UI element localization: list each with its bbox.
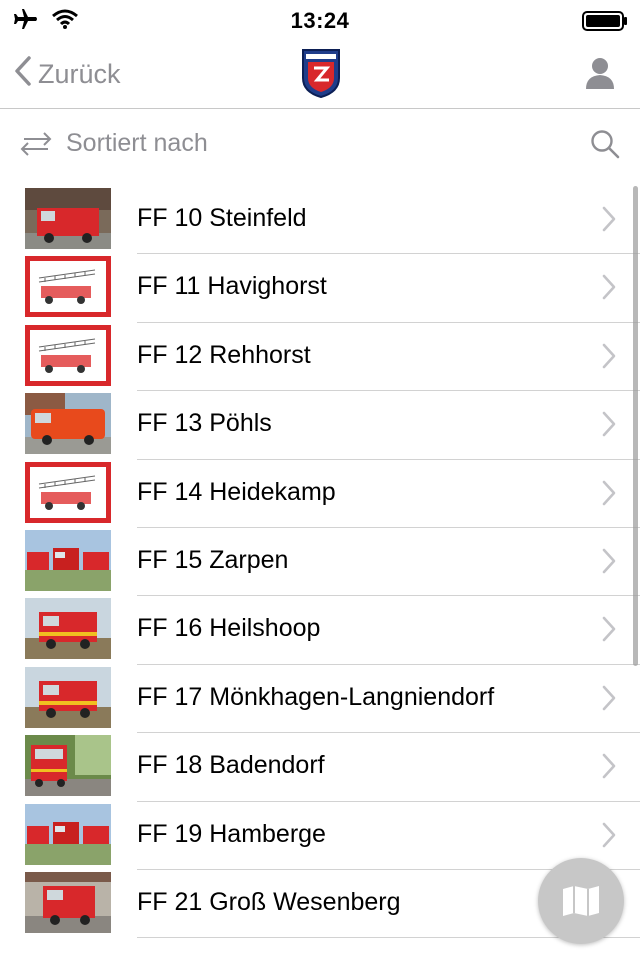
list-item[interactable]: FF 14 Heidekamp [0,460,640,528]
list-item[interactable]: FF 19 Hamberge [0,802,640,870]
sort-arrows-icon[interactable] [18,131,54,157]
station-thumbnail [25,256,111,318]
navigation-bar: Zurück [0,40,640,109]
chevron-right-icon [602,206,616,232]
list-item[interactable]: FF 12 Rehhorst [0,323,640,392]
list-item[interactable]: FF 11 Havighorst [0,254,640,323]
chevron-right-icon [602,274,616,300]
station-name: FF 18 Badendorf [137,751,325,780]
back-button[interactable]: Zurück [14,56,121,93]
station-thumbnail [25,324,111,386]
chevron-left-icon [14,56,32,93]
list-item[interactable]: FF 10 Steinfeld [0,186,640,255]
station-name: FF 13 Pöhls [137,409,272,438]
station-name: FF 11 Havighorst [137,272,327,301]
station-name: FF 12 Rehhorst [137,340,311,369]
station-name: FF 21 Groß Wesenberg [137,887,401,916]
back-label: Zurück [38,59,121,89]
station-name: FF 16 Heilshoop [137,614,321,643]
list-item[interactable]: FF 16 Heilshoop [0,596,640,665]
station-thumbnail [25,461,111,523]
station-name: FF 19 Hamberge [137,819,326,848]
list-item[interactable]: FF 18 Badendorf [0,733,640,802]
list-item[interactable]: FF 13 Pöhls [0,391,640,460]
chevron-right-icon [602,685,616,711]
station-name: FF 14 Heidekamp [137,477,336,506]
user-profile-icon[interactable] [584,56,616,90]
status-bar: 13:24 [0,0,640,40]
station-name: FF 17 Mönkhagen-Langniendorf [137,682,495,711]
fire-station-list: FF 10 Steinfeld FF 11 Havighorst FF 12 Reh… [0,186,640,939]
chevron-right-icon [602,616,616,642]
station-name: FF 15 Zarpen [137,545,289,574]
station-thumbnail [25,598,111,660]
station-thumbnail [25,188,111,249]
battery-icon [582,11,628,31]
station-name: FF 10 Steinfeld [137,204,307,232]
chevron-right-icon [602,753,616,779]
sort-label[interactable]: Sortiert nach [66,129,208,158]
fire-department-logo [300,48,342,99]
sort-bar[interactable]: Sortiert nach [0,109,640,179]
list-item[interactable]: FF 15 Zarpen [0,528,640,597]
station-thumbnail [25,529,111,591]
station-thumbnail [25,871,111,933]
station-thumbnail [25,666,111,728]
scrollbar[interactable] [633,186,638,666]
chevron-right-icon [602,548,616,574]
chevron-right-icon [602,343,616,369]
station-thumbnail [25,803,111,865]
chevron-right-icon [602,822,616,848]
chevron-right-icon [602,480,616,506]
map-button[interactable] [538,858,624,944]
station-thumbnail [25,735,111,797]
status-time: 13:24 [290,8,350,33]
search-icon[interactable] [590,129,620,159]
list-item[interactable]: FF 17 Mönkhagen-Langniendorf [0,665,640,734]
station-thumbnail [25,393,111,455]
chevron-right-icon [602,411,616,437]
